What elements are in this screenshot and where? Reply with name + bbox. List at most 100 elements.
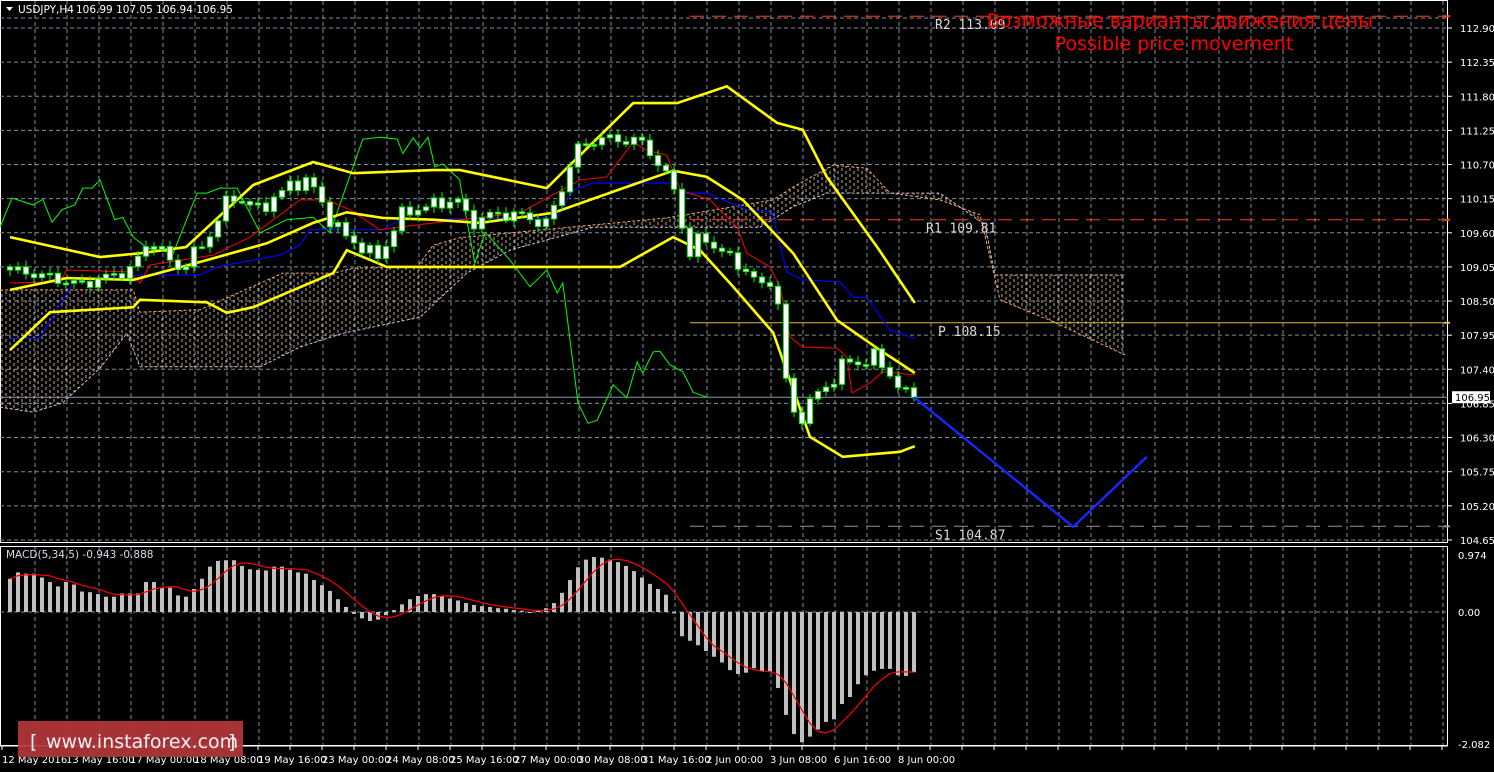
macd-histogram-bar (720, 612, 724, 662)
candle (16, 262, 21, 274)
candle (768, 277, 773, 290)
candle-body (72, 281, 77, 284)
x-tick-label: 2 Jun 00:00 (706, 755, 763, 766)
y-tick-label: 109.60 (1460, 229, 1494, 240)
candle-body (304, 178, 309, 191)
candle (752, 268, 757, 282)
candle-body (368, 245, 373, 252)
candle-body (688, 228, 693, 256)
macd-histogram-bar (872, 612, 876, 671)
candle-body (552, 205, 557, 219)
candle-body (352, 236, 357, 243)
candle-body (32, 274, 37, 278)
candle-body (208, 237, 213, 247)
macd-histogram-bar (296, 572, 300, 612)
y-tick-label: 108.50 (1460, 297, 1494, 308)
macd-histogram-bar (888, 612, 892, 669)
macd-histogram-bar (648, 584, 652, 612)
candle-body (744, 269, 749, 271)
candle (392, 227, 397, 253)
macd-histogram-bar (32, 574, 36, 612)
candle (848, 355, 853, 364)
instaforex-watermark[interactable]: [ www.instaforex.com ] (18, 721, 243, 757)
candle (432, 193, 437, 213)
macd-histogram-bar (896, 612, 900, 675)
macd-histogram-bar (352, 612, 356, 614)
candle-body (672, 171, 677, 190)
macd-histogram-bar (280, 567, 284, 612)
candle (288, 175, 293, 196)
candle-body (752, 272, 757, 278)
macd-histogram-bar (736, 612, 740, 674)
candle-body (488, 212, 493, 217)
macd-histogram-bar (816, 612, 820, 730)
macd-histogram-bar (448, 599, 452, 612)
macd-histogram-bar (176, 595, 180, 612)
candle-body (848, 359, 853, 362)
macd-histogram-bar (632, 571, 636, 612)
y-tick-label: 107.95 (1460, 331, 1494, 342)
candle-body (616, 135, 621, 142)
y-tick-label: 111.25 (1460, 126, 1494, 137)
candle-body (296, 181, 301, 190)
candle-body (120, 274, 125, 279)
macd-histogram-bar (24, 574, 28, 612)
candle (696, 231, 701, 263)
candle-body (200, 247, 205, 249)
candle (480, 213, 485, 233)
macd-histogram-bar (136, 593, 140, 612)
macd-histogram-bar (160, 588, 164, 612)
candle (336, 220, 341, 232)
candle-body (96, 279, 101, 288)
candle-body (80, 281, 85, 283)
candle-body (560, 192, 565, 206)
candle (128, 264, 133, 284)
candle-body (56, 273, 61, 283)
price-chart[interactable]: 112.90112.35111.80111.25110.70110.15109.… (0, 0, 1494, 772)
macd-plot (8, 557, 916, 742)
candle-body (216, 221, 221, 237)
candle-body (808, 399, 813, 424)
candle (24, 261, 29, 280)
macd-histogram-bar (624, 566, 628, 612)
macd-histogram-bar (472, 605, 476, 612)
x-tick-label: 30 May 08:00 (578, 755, 647, 766)
candle (856, 356, 861, 371)
macd-histogram-bar (104, 597, 108, 612)
candle (608, 131, 613, 141)
candle-body (696, 234, 701, 257)
macd-histogram-bar (496, 608, 500, 612)
candle (704, 228, 709, 246)
candle-body (440, 198, 445, 208)
candle-body (592, 145, 597, 147)
candle-body (872, 349, 877, 365)
candle-body (912, 388, 917, 397)
y-tick-label: 105.75 (1460, 468, 1494, 479)
main-plot (0, 16, 1448, 527)
x-tick-label: 25 May 16:00 (450, 755, 519, 766)
candle-body (240, 202, 245, 204)
svg-text:]: ] (228, 731, 235, 753)
candle (208, 231, 213, 253)
dropdown-triangle-icon[interactable] (6, 7, 13, 11)
pivot-axis-marker (1444, 525, 1450, 527)
ohlc-label: 106.99 107.05 106.94 106.95 (76, 4, 233, 16)
candle-body (816, 392, 821, 399)
macd-histogram-bar (584, 560, 588, 612)
candle-body (584, 144, 589, 146)
candle (176, 254, 181, 274)
x-tick-label: 8 Jun 00:00 (898, 755, 955, 766)
current-price-label: 106.95 (1455, 393, 1490, 404)
macd-histogram-bar (768, 612, 772, 671)
macd-histogram-bar (64, 582, 68, 612)
candle (384, 241, 389, 262)
macd-histogram-bar (128, 593, 132, 612)
macd-y-tick-label: -2.082 (1458, 740, 1490, 751)
candle (784, 301, 789, 382)
candle-body (512, 212, 517, 221)
macd-histogram-bar (864, 612, 868, 675)
y-tick-label: 105.20 (1460, 502, 1494, 513)
candle (440, 192, 445, 212)
macd-histogram-bar (40, 577, 44, 612)
macd-histogram-bar (592, 557, 596, 612)
